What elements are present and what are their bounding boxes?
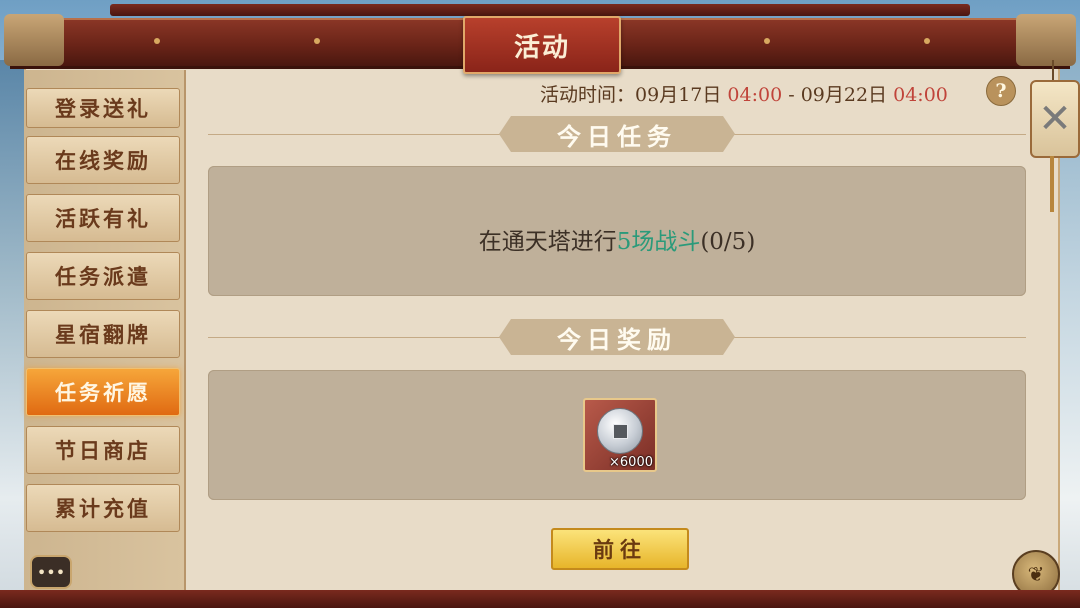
task-text-prefix: 在通天塔进行 [478,229,617,255]
event-start-date: 09月17日 [635,84,722,106]
sidebar-item-online-reward[interactable]: 在线奖励 [26,136,180,184]
sidebar-item-label: 活跃有礼 [55,206,151,231]
beam-cap-right [1016,14,1076,66]
lantern-string [1052,60,1054,80]
event-end-time: 04:00 [893,84,948,106]
go-button[interactable]: 前往 [551,528,689,570]
sidebar-item-active-gift[interactable]: 活跃有礼 [26,194,180,242]
rivet [314,38,320,44]
copper-coin-icon [597,408,643,454]
event-time-label: 活动时间： [540,84,636,106]
reward-item[interactable]: ×6000 [583,398,657,472]
chat-menu-button[interactable]: ••• [30,555,72,589]
sidebar-item-label: 节日商店 [55,438,151,463]
event-time: 活动时间：09月17日 04:00 - 09月22日 04:00 [540,80,948,107]
reward-quantity: ×6000 [609,455,653,470]
rivet [924,38,930,44]
title-plaque: 活动 [463,16,621,74]
close-icon: ✕ [1038,96,1072,142]
rivet [764,38,770,44]
sidebar-item-label: 累计充值 [55,496,151,521]
task-highlight: 5场战斗 [616,229,701,255]
task-progress: (0/5) [700,229,756,255]
event-end-date: 09月22日 [800,84,888,106]
sidebar-item-task-dispatch[interactable]: 任务派遣 [26,252,180,300]
page-title: 活动 [513,32,570,63]
event-time-separator: - [788,84,795,106]
bottom-beam [0,590,1080,608]
lantern-tassel [1050,156,1054,212]
coin-hole [613,424,628,439]
beam-cap-left [4,14,64,66]
task-description: 在通天塔进行5场战斗(0/5) [208,222,1026,256]
sidebar-item-login-gift[interactable]: 登录送礼 [26,88,180,128]
today-task-heading: 今日任务 [499,116,735,152]
close-button[interactable]: ✕ [1030,80,1080,158]
sidebar-item-star-flip[interactable]: 星宿翻牌 [26,310,180,358]
today-reward-heading: 今日奖励 [499,319,735,355]
help-icon[interactable]: ? [986,76,1016,106]
sidebar-item-label: 登录送礼 [55,96,151,121]
sidebar-item-label: 在线奖励 [55,148,151,173]
sidebar-item-label: 任务派遣 [55,264,151,289]
sidebar-item-festival-shop[interactable]: 节日商店 [26,426,180,474]
sidebar-item-label: 任务祈愿 [55,380,151,405]
sidebar-item-task-wish[interactable]: 任务祈愿 [26,368,180,416]
task-box: 在通天塔进行5场战斗(0/5) [208,166,1026,296]
sidebar-item-cumulative-recharge[interactable]: 累计充值 [26,484,180,532]
event-start-time: 04:00 [727,84,783,106]
sidebar-item-label: 星宿翻牌 [55,322,151,347]
sidebar: 登录送礼 在线奖励 活跃有礼 任务派遣 星宿翻牌 任务祈愿 节日商店 累计充值 [24,70,186,590]
ellipsis-icon: ••• [36,562,66,582]
beam-thin [110,4,970,16]
rivet [154,38,160,44]
